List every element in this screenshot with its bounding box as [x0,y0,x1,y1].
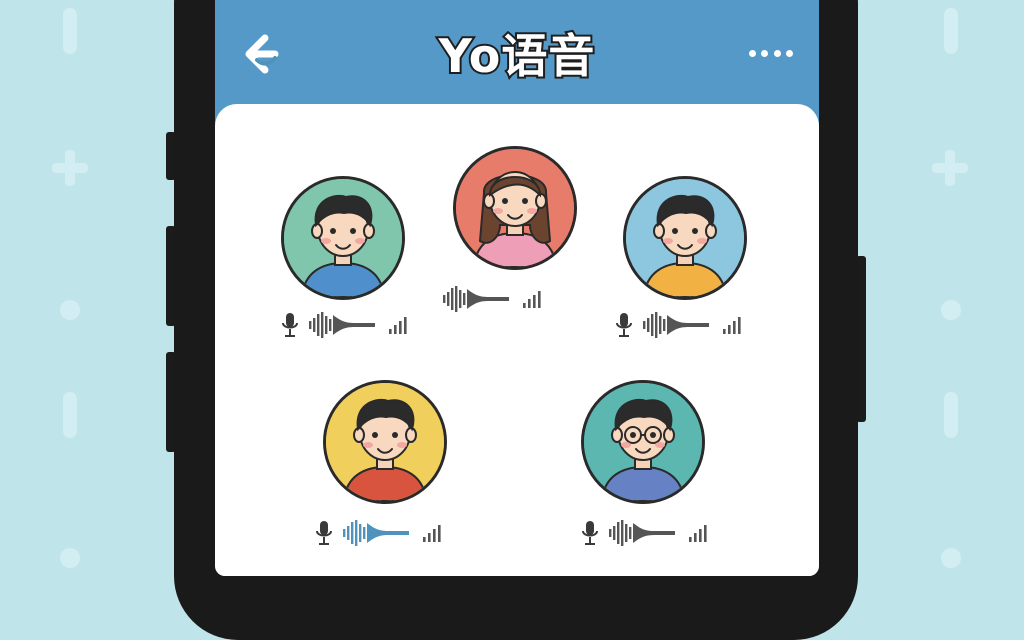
participant-avatar-p4[interactable] [323,380,447,504]
audio-status-p1 [281,310,411,340]
background-decoration [944,392,958,438]
participant-avatar-p5[interactable] [581,380,705,504]
volume-level-icon [389,315,411,335]
volume-level-icon [523,289,545,309]
background-decoration [63,392,77,438]
microphone-icon[interactable] [315,520,333,546]
voice-room-panel [215,104,819,576]
more-dots-icon [761,49,769,57]
background-decoration [60,548,80,568]
background-decoration [52,150,88,186]
more-dots-icon [773,49,781,57]
voice-waveform-icon [309,311,379,339]
participant-avatar-p2[interactable] [453,146,577,270]
audio-status-p2 [443,284,545,314]
microphone-icon[interactable] [581,520,599,546]
audio-status-p3 [615,310,745,340]
background-decoration [932,150,968,186]
more-options-button[interactable] [743,42,799,64]
voice-waveform-icon [443,285,513,313]
background-decoration [60,300,80,320]
background-decoration [941,300,961,320]
participant-avatar-p3[interactable] [623,176,747,300]
microphone-icon[interactable] [615,312,633,338]
audio-status-p5 [581,518,711,548]
background-decoration [941,548,961,568]
more-dots-icon [785,49,793,57]
app-title: Yo语音 [437,27,597,85]
volume-level-icon [423,523,445,543]
phone-screen: Yo语音 [215,0,819,576]
background-decoration [944,8,958,54]
background-decoration [63,8,77,54]
microphone-icon[interactable] [281,312,299,338]
participant-avatar-p1[interactable] [281,176,405,300]
voice-waveform-icon [643,311,713,339]
more-dots-icon [749,49,756,57]
voice-waveform-icon [609,519,679,547]
volume-level-icon [689,523,711,543]
app-header: Yo语音 [215,0,819,108]
voice-waveform-icon [343,519,413,547]
volume-level-icon [723,315,745,335]
audio-status-p4 [315,518,445,548]
